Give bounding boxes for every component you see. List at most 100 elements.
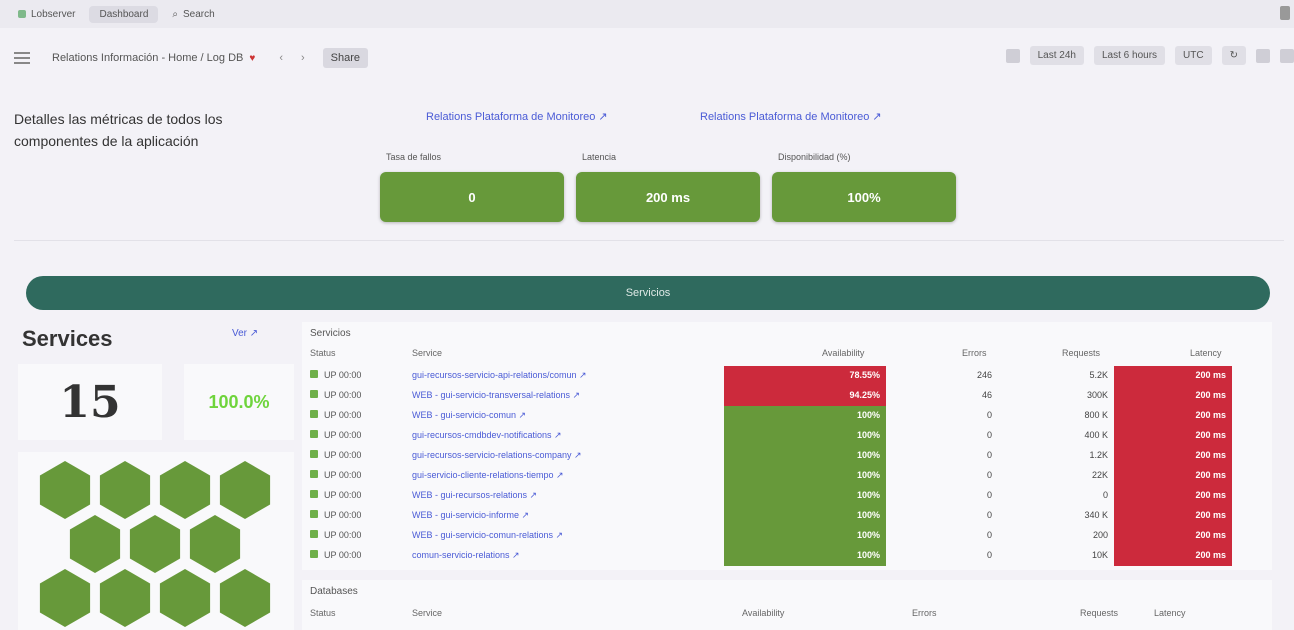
table2-header: Status Service Availability Errors Reque…	[302, 608, 1272, 622]
table-row[interactable]: UP 00:00 WEB - gui-recursos-relations ↗ 10…	[302, 486, 1272, 506]
col-errors[interactable]: Errors	[962, 348, 987, 358]
status-icon	[310, 450, 318, 458]
services-link[interactable]: Ver ↗	[232, 328, 258, 339]
status-text: UP 00:00	[324, 370, 362, 380]
tab-lobserver[interactable]: Lobserver	[8, 6, 85, 23]
service-link[interactable]: gui-recursos-servicio-relations-company …	[412, 450, 582, 461]
col-status[interactable]: Status	[310, 348, 336, 358]
table-row[interactable]: UP 00:00 gui-recursos-servicio-api-relati…	[302, 366, 1272, 386]
favorite-icon[interactable]: ♥	[249, 53, 255, 64]
status-icon	[310, 510, 318, 518]
tab-dashboard[interactable]: Dashboard	[89, 5, 159, 23]
nav-forward-icon[interactable]: ›	[301, 52, 305, 64]
requests-cell: 22K	[1091, 470, 1108, 480]
service-hexagon[interactable]	[69, 515, 121, 573]
col2-status[interactable]: Status	[310, 608, 336, 618]
table-row[interactable]: UP 00:00 WEB - gui-servicio-transversal-r…	[302, 386, 1272, 406]
service-hexagon[interactable]	[219, 461, 271, 519]
latency-cell: 200 ms	[1114, 546, 1232, 566]
refresh-button[interactable]: ↻	[1221, 46, 1246, 65]
col2-service[interactable]: Service	[412, 608, 442, 618]
services-title: Services	[22, 326, 113, 351]
col-availability[interactable]: Availability	[822, 348, 864, 358]
availability-cell: 100%	[724, 446, 886, 466]
service-hexagon[interactable]	[99, 461, 151, 519]
service-link[interactable]: gui-recursos-cmdbdev-notifications ↗	[412, 430, 562, 441]
service-link[interactable]: WEB - gui-recursos-relations ↗	[412, 490, 537, 501]
requests-cell: 400 K	[1084, 430, 1108, 440]
honeycomb-panel	[18, 452, 294, 630]
latency-cell: 200 ms	[1114, 466, 1232, 486]
table-body: UP 00:00 gui-recursos-servicio-api-relati…	[302, 366, 1272, 566]
service-hexagon[interactable]	[39, 461, 91, 519]
table-row[interactable]: UP 00:00 gui-servicio-cliente-relations-t…	[302, 466, 1272, 486]
errors-cell: 0	[986, 450, 992, 460]
service-hexagon[interactable]	[99, 569, 151, 627]
col2-availability[interactable]: Availability	[742, 608, 784, 618]
errors-cell: 0	[986, 490, 992, 500]
service-link[interactable]: WEB - gui-servicio-comun-relations ↗	[412, 530, 563, 541]
timerange-select[interactable]: Last 6 hours	[1094, 46, 1166, 65]
table-row[interactable]: UP 00:00 comun-servicio-relations ↗ 100% 0 1…	[302, 546, 1272, 566]
status-text: UP 00:00	[324, 410, 362, 420]
share-button[interactable]: Share	[322, 48, 369, 68]
latency-cell: 200 ms	[1114, 526, 1232, 546]
zoom-icon[interactable]	[1256, 48, 1270, 63]
col-service[interactable]: Service	[412, 348, 442, 358]
service-hexagon[interactable]	[219, 569, 271, 627]
requests-cell: 10K	[1091, 550, 1108, 560]
col-requests[interactable]: Requests	[1062, 348, 1100, 358]
service-link[interactable]: gui-recursos-servicio-api-relations/comu…	[412, 370, 587, 381]
table-row[interactable]: UP 00:00 WEB - gui-servicio-informe ↗ 100%…	[302, 506, 1272, 526]
availability-cell: 100%	[724, 526, 886, 546]
timerange-button[interactable]: Last 24h	[1029, 46, 1084, 65]
divider	[14, 240, 1284, 241]
settings-icon[interactable]	[1005, 48, 1020, 63]
service-hexagon[interactable]	[159, 461, 211, 519]
latency-cell: 200 ms	[1114, 446, 1232, 466]
table-row[interactable]: UP 00:00 gui-recursos-cmdbdev-notificatio…	[302, 426, 1272, 446]
status-icon	[310, 530, 318, 538]
tab-search[interactable]: ⌕ Search	[162, 6, 224, 23]
table-row[interactable]: UP 00:00 WEB - gui-servicio-comun ↗ 100% 0 8…	[302, 406, 1272, 426]
service-hexagon[interactable]	[189, 515, 241, 573]
col2-latency[interactable]: Latency	[1154, 608, 1186, 618]
availability-cell: 100%	[724, 486, 886, 506]
service-link[interactable]: WEB - gui-servicio-comun ↗	[412, 410, 526, 421]
kiosk-icon[interactable]	[1280, 48, 1294, 63]
tab-strip: Lobserver Dashboard ⌕ Search	[0, 0, 1294, 28]
timezone-button[interactable]: UTC	[1175, 46, 1212, 65]
status-icon	[310, 390, 318, 398]
availability-cell: 100%	[724, 466, 886, 486]
service-link[interactable]: WEB - gui-servicio-transversal-relations…	[412, 390, 580, 401]
service-link[interactable]: WEB - gui-servicio-informe ↗	[412, 510, 529, 521]
tab-label: Dashboard	[99, 8, 149, 20]
monitoring-link-2[interactable]: Relations Plataforma de Monitoreo ↗	[700, 110, 882, 123]
latency-cell: 200 ms	[1114, 506, 1232, 526]
requests-cell: 800 K	[1084, 410, 1108, 420]
window-icon[interactable]	[1280, 6, 1290, 20]
col-latency[interactable]: Latency	[1190, 348, 1222, 358]
status-icon	[310, 490, 318, 498]
section-banner[interactable]: Servicios	[26, 276, 1270, 310]
breadcrumb[interactable]: Relations Información - Home / Log DB	[52, 52, 243, 64]
table-row[interactable]: UP 00:00 WEB - gui-servicio-comun-relatio…	[302, 526, 1272, 546]
requests-cell: 5.2K	[1089, 370, 1108, 380]
service-link[interactable]: comun-servicio-relations ↗	[412, 550, 520, 561]
service-hexagon[interactable]	[159, 569, 211, 627]
nav-back-icon[interactable]: ‹	[279, 52, 283, 64]
availability-cell: 100%	[724, 426, 886, 446]
table-row[interactable]: UP 00:00 gui-recursos-servicio-relations-…	[302, 446, 1272, 466]
col2-errors[interactable]: Errors	[912, 608, 937, 618]
status-icon	[310, 430, 318, 438]
tab-label: Lobserver	[31, 8, 76, 20]
menu-icon[interactable]	[14, 52, 30, 64]
search-icon: ⌕	[172, 8, 178, 20]
service-hexagon[interactable]	[39, 569, 91, 627]
latency-cell: 200 ms	[1114, 386, 1232, 406]
col2-requests[interactable]: Requests	[1080, 608, 1118, 618]
monitoring-link-1[interactable]: Relations Plataforma de Monitoreo ↗	[426, 110, 608, 123]
service-hexagon[interactable]	[129, 515, 181, 573]
availability-cell: 100%	[724, 546, 886, 566]
service-link[interactable]: gui-servicio-cliente-relations-tiempo ↗	[412, 470, 564, 481]
